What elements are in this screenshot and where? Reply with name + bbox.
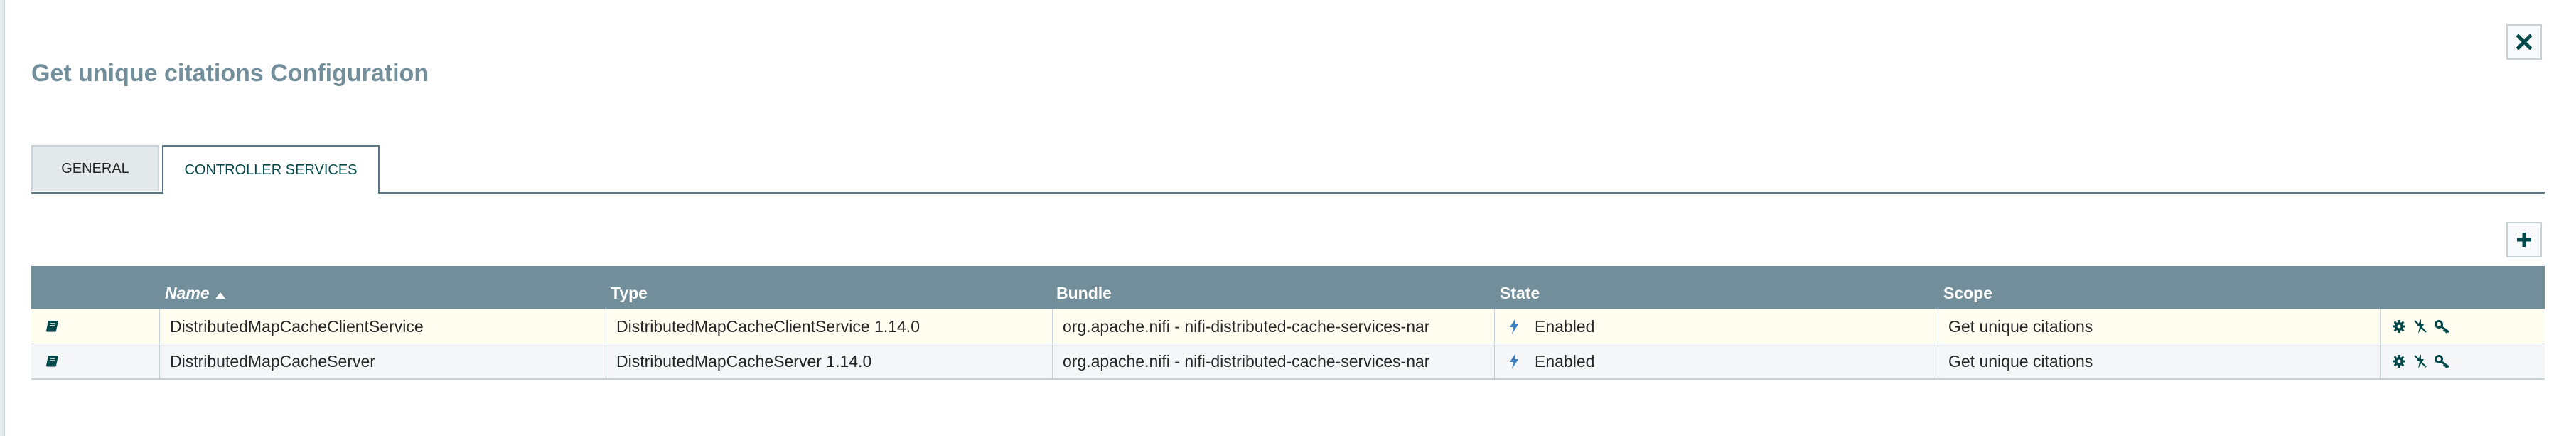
table-row[interactable]: DistributedMapCacheServer DistributedMap…	[31, 344, 2545, 378]
column-header-bundle[interactable]: Bundle	[1056, 266, 1112, 309]
state-label: Enabled	[1535, 317, 1595, 336]
cell-name: DistributedMapCacheServer	[159, 344, 606, 378]
cell-type: DistributedMapCacheServer 1.14.0	[606, 344, 1052, 378]
tab-general[interactable]: GENERAL	[31, 145, 159, 191]
dialog-title: Get unique citations Configuration	[31, 60, 429, 87]
lightning-bolt-icon	[1509, 353, 1519, 369]
column-header-type[interactable]: Type	[611, 266, 648, 309]
column-header-scope[interactable]: Scope	[1943, 266, 1992, 309]
configure-gear-icon[interactable]	[2392, 354, 2406, 368]
row-actions	[2380, 344, 2545, 378]
lightning-bolt-icon	[1509, 319, 1519, 334]
column-header-name[interactable]: Name	[165, 266, 225, 309]
tab-controller-services[interactable]: CONTROLLER SERVICES	[162, 145, 380, 194]
disable-icon[interactable]	[2413, 353, 2427, 369]
disable-icon[interactable]	[2413, 319, 2427, 334]
documentation-icon[interactable]	[45, 355, 60, 368]
background-canvas-edge	[0, 0, 5, 436]
access-policies-key-icon[interactable]	[2435, 319, 2452, 334]
documentation-cell	[31, 309, 159, 344]
cell-bundle: org.apache.nifi - nifi-distributed-cache…	[1052, 309, 1494, 344]
controller-services-table: Name Type Bundle State Scope Distributed…	[31, 266, 2545, 380]
add-controller-service-button[interactable]	[2506, 222, 2542, 257]
row-actions	[2380, 309, 2545, 344]
configure-gear-icon[interactable]	[2392, 319, 2406, 334]
cell-state: Enabled	[1494, 344, 1938, 378]
documentation-cell	[31, 344, 159, 378]
close-icon	[2516, 34, 2532, 50]
column-header-state[interactable]: State	[1500, 266, 1540, 309]
cell-bundle: org.apache.nifi - nifi-distributed-cache…	[1052, 344, 1494, 378]
cell-type: DistributedMapCacheClientService 1.14.0	[606, 309, 1052, 344]
cell-state: Enabled	[1494, 309, 1938, 344]
sort-ascending-icon	[215, 292, 225, 299]
table-row[interactable]: DistributedMapCacheClientService Distrib…	[31, 309, 2545, 344]
documentation-icon[interactable]	[45, 320, 60, 333]
cell-scope: Get unique citations	[1938, 344, 2380, 378]
state-label: Enabled	[1535, 351, 1595, 371]
plus-icon	[2517, 233, 2531, 247]
tab-bar: GENERAL CONTROLLER SERVICES	[31, 145, 2545, 194]
cell-scope: Get unique citations	[1938, 309, 2380, 344]
access-policies-key-icon[interactable]	[2435, 354, 2452, 368]
cell-name: DistributedMapCacheClientService	[159, 309, 606, 344]
close-button[interactable]	[2506, 24, 2542, 60]
table-header: Name Type Bundle State Scope	[31, 266, 2545, 309]
